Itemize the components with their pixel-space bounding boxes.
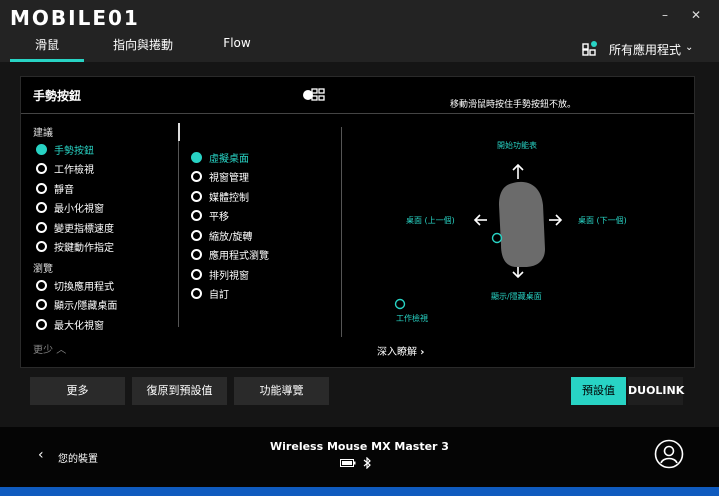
radio-icon <box>36 183 47 194</box>
apps-grid-icon[interactable] <box>582 40 598 56</box>
gesture-right-label: 桌面 (下一個) <box>578 216 627 225</box>
radio-icon <box>36 144 47 155</box>
show-less-link[interactable]: 更少 ︿ <box>33 341 66 356</box>
radio-icon <box>36 299 47 310</box>
minimize-button[interactable]: – <box>662 8 668 22</box>
gesture-button-panel: 手勢按鈕 移動滑鼠時按住手勢按鈕不放。 建議 手勢按鈕 工作檢視 靜音 最小化視… <box>20 76 695 368</box>
default-button[interactable]: 預設值 <box>571 377 626 405</box>
account-icon[interactable] <box>654 439 684 469</box>
tab-point-scroll[interactable]: 指向與捲動 <box>106 36 180 62</box>
gesture-button-icon <box>303 88 325 101</box>
header: MOBILE01 – ✕ 滑鼠 指向與捲動 Flow 所有應用程式 ⌄ <box>0 0 719 62</box>
group-suggested: 建議 <box>33 128 53 139</box>
tab-mouse[interactable]: 滑鼠 <box>10 36 84 62</box>
app-selector[interactable]: 所有應用程式 <box>609 41 681 58</box>
radio-icon <box>36 202 47 213</box>
panel-header: 手勢按鈕 移動滑鼠時按住手勢按鈕不放。 <box>21 77 694 114</box>
radio-icon <box>36 222 47 233</box>
radio-icon <box>191 269 202 280</box>
radio-icon <box>36 280 47 291</box>
close-button[interactable]: ✕ <box>691 8 701 22</box>
chevron-down-icon[interactable]: ⌄ <box>685 42 693 53</box>
chevron-right-icon: › <box>420 347 425 358</box>
panel-hint: 移動滑鼠時按住手勢按鈕不放。 <box>450 100 577 110</box>
mouse-gesture-diagram <box>473 163 563 279</box>
radio-icon <box>36 319 47 330</box>
learn-more-link[interactable]: 深入瞭解 › <box>377 343 424 358</box>
device-name: Wireless Mouse MX Master 3 <box>270 440 449 453</box>
battery-icon <box>340 459 356 467</box>
radio-icon <box>191 230 202 241</box>
column-divider <box>178 141 179 327</box>
group-browse: 瀏覽 <box>33 264 53 275</box>
chevron-up-icon: ︿ <box>56 345 67 356</box>
gesture-up-label: 開始功能表 <box>497 141 537 150</box>
gesture-click-marker-icon <box>394 298 406 310</box>
tab-flow[interactable]: Flow <box>212 36 262 62</box>
gesture-left-label: 桌面 (上一個) <box>406 216 455 225</box>
radio-icon <box>191 249 202 260</box>
radio-icon <box>191 191 202 202</box>
radio-icon <box>191 210 202 221</box>
more-button[interactable]: 更多 <box>30 377 125 405</box>
logi-options-window: MOBILE01 – ✕ 滑鼠 指向與捲動 Flow 所有應用程式 ⌄ 手勢按鈕… <box>0 0 719 496</box>
bluetooth-icon <box>363 457 371 469</box>
gesture-click-label: 工作檢視 <box>396 314 428 323</box>
radio-icon <box>191 171 202 182</box>
desktop-background <box>0 487 719 496</box>
radio-icon <box>36 241 47 252</box>
column-divider <box>178 123 180 141</box>
radio-icon <box>191 152 202 163</box>
column-divider <box>341 127 342 337</box>
radio-icon <box>36 163 47 174</box>
restore-defaults-button[interactable]: 復原到預設值 <box>132 377 227 405</box>
duolink-button[interactable]: DUOLINK <box>628 377 684 405</box>
radio-icon <box>191 288 202 299</box>
footer: ‹ 您的裝置 Wireless Mouse MX Master 3 <box>0 427 719 487</box>
brand-logo: MOBILE01 <box>10 6 140 30</box>
panel-title: 手勢按鈕 <box>33 89 82 103</box>
feature-tour-button[interactable]: 功能導覽 <box>234 377 329 405</box>
